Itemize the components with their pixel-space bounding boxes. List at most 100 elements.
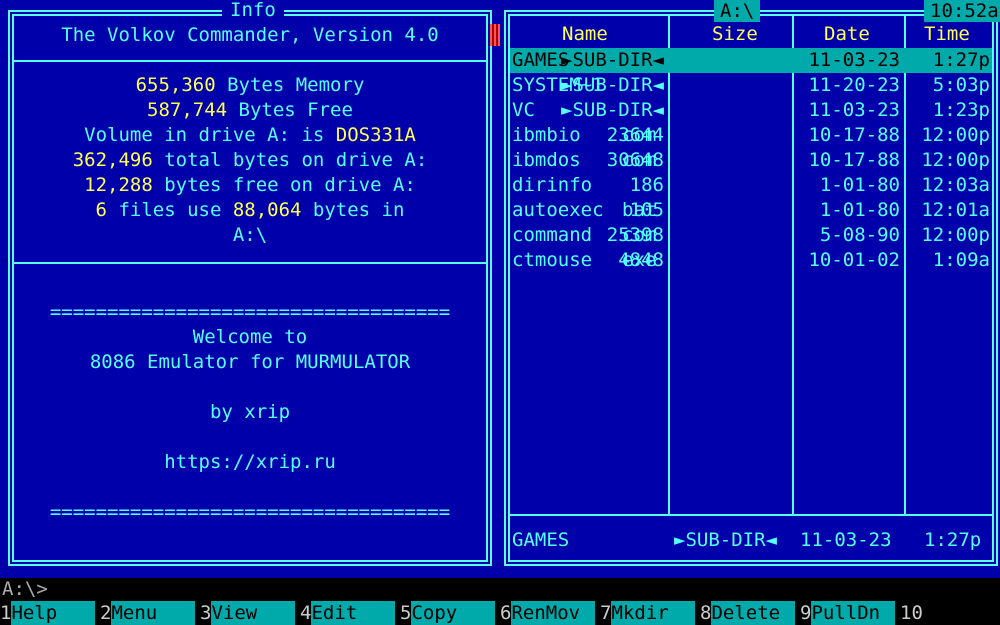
free-line: 587,744 Bytes Free [0, 98, 500, 123]
file-row[interactable]: ctmouse exe 4848 10-01-02 1:09a [510, 248, 992, 273]
file-row[interactable]: ibmbio com 23644 10-17-88 12:00p [510, 123, 992, 148]
file-panel: A:\ 10:52a Name Size Date Time GAMES ►SUB… [500, 0, 1000, 572]
welcome-text: Welcome to [192, 326, 308, 348]
volume-prefix: Volume in drive A: is [84, 124, 336, 146]
file-time: 1:27p [932, 49, 990, 71]
file-size: ►SUB-DIR◄ [561, 49, 664, 71]
file-size: ►SUB-DIR◄ [561, 74, 664, 96]
fkey-number: 5 [400, 601, 412, 625]
separator-bottom: =================================== [49, 501, 451, 523]
file-row[interactable]: VC ►SUB-DIR◄ 11-03-23 1:23p [510, 98, 992, 123]
function-key-bar: 1Help 2Menu 3View 4Edit 5Copy 6RenMov 7Mkdir 8D… [0, 601, 1000, 625]
files-suffix: bytes in [301, 199, 405, 221]
dos-screen: Info The Volkov Commander, Version 4.0 6… [0, 0, 1000, 625]
fkey-number: 4 [300, 601, 312, 625]
status-name: GAMES [512, 529, 570, 551]
files-line: 6 files use 88,064 bytes in [0, 198, 500, 223]
file-date: 1-01-80 [819, 174, 900, 196]
column-header-size[interactable]: Size [712, 22, 758, 47]
file-row[interactable]: GAMES ►SUB-DIR◄ 11-03-23 1:27p [510, 48, 992, 73]
file-name: dirinfo [512, 174, 593, 196]
status-date: 11-03-23 [800, 529, 892, 551]
bytes-free-value: 12,288 [84, 174, 153, 196]
fkey-label: PullDn [811, 601, 896, 625]
drive-path: A:\ [714, 0, 761, 22]
file-date: 11-03-23 [808, 99, 900, 121]
file-time: 1:23p [932, 99, 990, 121]
file-time: 12:03a [921, 174, 990, 196]
file-time: 12:00p [921, 149, 990, 171]
file-date: 1-01-80 [819, 199, 900, 221]
fkey-number: 9 [800, 601, 812, 625]
fkey-label: Copy [411, 601, 496, 625]
fkey-copy[interactable]: 5Copy [400, 601, 496, 625]
column-header-time[interactable]: Time [924, 22, 970, 47]
files-mid: files use [107, 199, 233, 221]
fkey-number: 1 [0, 601, 12, 625]
fkey-delete[interactable]: 8Delete [700, 601, 796, 625]
fkey-label: Menu [111, 601, 196, 625]
fkey-view[interactable]: 3View [200, 601, 296, 625]
column-header-name[interactable]: Name [562, 22, 608, 47]
file-date: 5-08-90 [819, 224, 900, 246]
file-row[interactable]: autoexec bat 105 1-01-80 12:01a [510, 198, 992, 223]
file-name: command [512, 224, 593, 246]
file-size: 186 [629, 174, 664, 196]
file-date: 10-17-88 [808, 149, 900, 171]
clock: 10:52a [924, 0, 1000, 22]
file-name: autoexec [512, 199, 604, 221]
fkey-mkdir[interactable]: 7Mkdir [600, 601, 696, 625]
file-size: 4848 [618, 249, 664, 271]
file-date: 11-20-23 [808, 74, 900, 96]
fkey-label: Mkdir [611, 601, 696, 625]
fkey-label: Help [11, 601, 96, 625]
fkey-number: 10 [900, 601, 923, 625]
command-line[interactable]: A:\> [0, 578, 1000, 601]
fkey-number: 8 [700, 601, 712, 625]
url-link[interactable]: https://xrip.ru [0, 450, 500, 475]
fkey-pulldn[interactable]: 9PullDn [800, 601, 896, 625]
volume-label: DOS331A [335, 124, 416, 146]
file-size: 30648 [606, 149, 664, 171]
file-size: ►SUB-DIR◄ [561, 99, 664, 121]
fkey-label: Delete [711, 601, 796, 625]
panel-title: Info [222, 0, 284, 22]
column-headers: Name Size Date Time [500, 22, 1000, 47]
file-name: ibmdos [512, 149, 581, 171]
file-time: 12:00p [921, 124, 990, 146]
memory-value: 655,360 [135, 74, 216, 96]
status-size: ►SUB-DIR◄ [674, 529, 777, 551]
file-size: 25398 [606, 224, 664, 246]
fkey-help[interactable]: 1Help [0, 601, 96, 625]
free-label: Bytes Free [227, 99, 353, 121]
total-line: 362,496 total bytes on drive A: [0, 148, 500, 173]
free-value: 587,744 [147, 99, 228, 121]
column-header-date[interactable]: Date [824, 22, 870, 47]
fkey-number: 6 [500, 601, 512, 625]
memory-line: 655,360 Bytes Memory [0, 73, 500, 98]
fkey-renmov[interactable]: 6RenMov [500, 601, 596, 625]
info-path: A:\ [232, 224, 268, 246]
volume-line: Volume in drive A: is DOS331A [0, 123, 500, 148]
files-bytes: 88,064 [232, 199, 302, 221]
fkey-quit[interactable]: 10Quit [900, 601, 1000, 625]
fkey-number: 2 [100, 601, 112, 625]
fkey-label: Edit [311, 601, 396, 625]
status-line: GAMES ►SUB-DIR◄ 11-03-23 1:27p [500, 528, 1000, 553]
fkey-menu[interactable]: 2Menu [100, 601, 196, 625]
status-time: 1:27p [924, 529, 982, 551]
version-text: The Volkov Commander, Version 4.0 [61, 24, 439, 46]
file-row[interactable]: ibmdos com 30648 10-17-88 12:00p [510, 148, 992, 173]
fkey-label: RenMov [511, 601, 596, 625]
file-row[interactable]: command com 25398 5-08-90 12:00p [510, 223, 992, 248]
file-row[interactable]: dirinfo 186 1-01-80 12:03a [510, 173, 992, 198]
file-name: VC [512, 99, 535, 121]
fkey-edit[interactable]: 4Edit [300, 601, 396, 625]
file-time: 5:03p [932, 74, 990, 96]
emulator-text: 8086 Emulator for MURMULATOR [89, 351, 411, 373]
fkey-label: View [211, 601, 296, 625]
files-count: 6 [95, 199, 107, 221]
separator-top: =================================== [49, 301, 451, 323]
file-name: ctmouse [512, 249, 593, 271]
file-row[interactable]: SYSTEM~1 ►SUB-DIR◄ 11-20-23 5:03p [510, 73, 992, 98]
